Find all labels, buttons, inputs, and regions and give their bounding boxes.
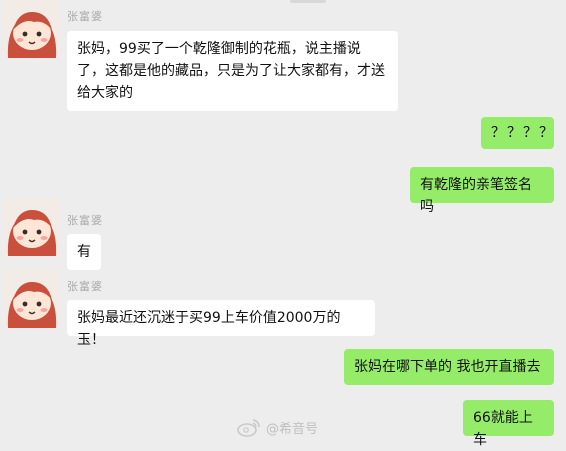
- contact-avatar[interactable]: [4, 270, 60, 328]
- message-bubble-outgoing[interactable]: ？？？？: [481, 117, 554, 149]
- sender-name: 张富婆: [67, 10, 103, 23]
- weibo-logo-icon: [237, 419, 260, 437]
- message-bubble-incoming[interactable]: 张妈最近还沉迷于买99上车价值2000万的玉！: [67, 300, 375, 348]
- contact-avatar[interactable]: [4, 0, 60, 58]
- message-bubble-outgoing[interactable]: 66就能上车: [463, 400, 554, 448]
- watermark: @希音号: [236, 416, 318, 438]
- contact-avatar[interactable]: [4, 198, 60, 256]
- sender-name: 张富婆: [67, 214, 103, 227]
- message-bubble-outgoing[interactable]: 有乾隆的亲笔签名吗: [410, 167, 554, 215]
- top-divider: [290, 0, 326, 3]
- watermark-text: @希音号: [266, 421, 319, 437]
- message-bubble-outgoing[interactable]: 张妈在哪下单的 我也开直播去: [344, 349, 554, 385]
- sender-name: 张富婆: [67, 280, 103, 293]
- message-bubble-incoming[interactable]: 张妈，99买了一个乾隆御制的花瓶，说主播说了，这都是他的藏品，只是为了让大家都有…: [67, 31, 398, 111]
- message-bubble-incoming[interactable]: 有: [67, 234, 101, 270]
